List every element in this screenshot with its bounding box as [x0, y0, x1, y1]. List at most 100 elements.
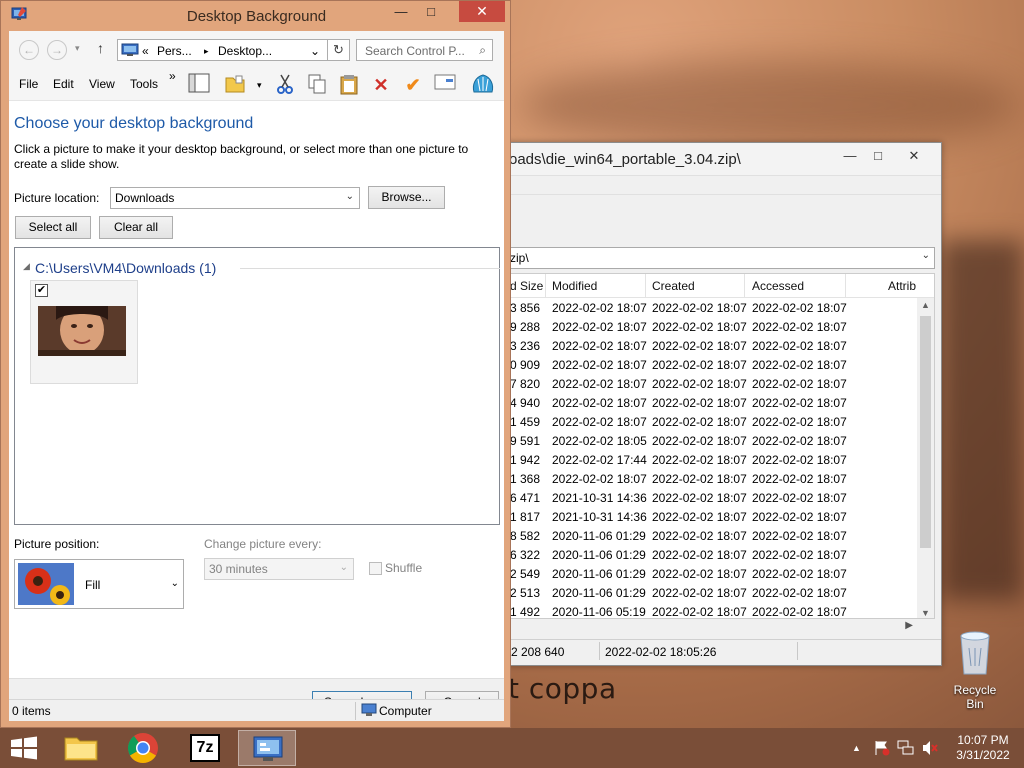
zip-close-button[interactable]: ✕: [897, 145, 931, 167]
properties-icon[interactable]: [433, 73, 457, 97]
menu-tools[interactable]: Tools: [130, 77, 158, 91]
paste-icon[interactable]: [337, 73, 361, 97]
back-button[interactable]: ←: [19, 40, 39, 60]
scroll-thumb[interactable]: [920, 316, 931, 548]
chevron-down-icon[interactable]: ⌄: [922, 250, 930, 261]
table-row[interactable]: 9 288 2022-02-02 18:07 2022-02-02 18:07 202…: [508, 317, 934, 336]
volume-muted-icon[interactable]: [922, 740, 940, 756]
folder-properties-icon[interactable]: [223, 73, 247, 97]
network-icon[interactable]: [897, 740, 915, 756]
breadcrumb-separator-icon[interactable]: ▸: [204, 46, 209, 57]
group-collapse-icon[interactable]: ◢: [23, 261, 30, 272]
recent-dropdown-icon[interactable]: ▾: [75, 43, 80, 54]
taskbar-file-explorer[interactable]: [52, 730, 110, 766]
table-row[interactable]: 1 492 2020-11-06 05:19 2022-02-02 18:07 202…: [508, 602, 934, 618]
recycle-bin[interactable]: Recycle Bin: [944, 630, 1006, 711]
windows-logo-icon[interactable]: [0, 730, 48, 766]
table-row[interactable]: 3 236 2022-02-02 18:07 2022-02-02 18:07 202…: [508, 336, 934, 355]
menu-overflow-icon[interactable]: »: [169, 69, 176, 83]
forward-button[interactable]: →: [47, 40, 67, 60]
menu-view[interactable]: View: [89, 77, 115, 91]
table-row[interactable]: 3 856 2022-02-02 18:07 2022-02-02 18:07 202…: [508, 298, 934, 317]
table-row[interactable]: 1 368 2022-02-02 18:07 2022-02-02 18:07 202…: [508, 469, 934, 488]
up-button[interactable]: ↑: [97, 40, 104, 56]
control-panel-icon[interactable]: [239, 731, 297, 767]
table-cell: 2022-02-02 18:07: [652, 415, 747, 429]
column-created[interactable]: Created: [652, 279, 695, 293]
table-row[interactable]: 4 940 2022-02-02 18:07 2022-02-02 18:07 202…: [508, 393, 934, 412]
table-row[interactable]: 1 942 2022-02-02 17:44 2022-02-02 18:07 202…: [508, 450, 934, 469]
window-titlebar[interactable]: Desktop Background — □ ✕: [1, 1, 512, 31]
7zip-icon[interactable]: 7z: [190, 734, 220, 762]
scroll-up-icon[interactable]: ▲: [921, 300, 930, 310]
chrome-icon[interactable]: [114, 730, 172, 766]
breadcrumb-prefix[interactable]: «: [142, 44, 149, 58]
layout-icon[interactable]: [187, 73, 211, 97]
table-row[interactable]: 0 909 2022-02-02 18:07 2022-02-02 18:07 202…: [508, 355, 934, 374]
search-icon[interactable]: ⌕: [479, 43, 486, 58]
views-dropdown-icon[interactable]: ▾: [257, 80, 262, 91]
file-explorer-icon[interactable]: [52, 730, 110, 766]
scroll-down-icon[interactable]: ▼: [921, 608, 930, 618]
zip-address-bar[interactable]: zip\ ⌄: [507, 247, 935, 269]
zip-titlebar[interactable]: oads\die_win64_portable_3.04.zip\ — □ ✕: [507, 143, 941, 175]
clear-all-button[interactable]: Clear all: [99, 216, 173, 239]
zip-horizontal-scrollbar[interactable]: ▶: [507, 619, 935, 636]
zip-maximize-button[interactable]: □: [861, 145, 895, 167]
table-row[interactable]: 8 582 2020-11-06 01:29 2022-02-02 18:07 202…: [508, 526, 934, 545]
recycle-bin-icon[interactable]: [957, 630, 993, 676]
shuffle-checkbox[interactable]: [369, 562, 382, 575]
shell-icon[interactable]: [471, 73, 495, 97]
table-row[interactable]: 6 322 2020-11-06 01:29 2022-02-02 18:07 202…: [508, 545, 934, 564]
column-accessed[interactable]: Accessed: [752, 279, 804, 293]
delete-icon[interactable]: ✕: [369, 73, 393, 97]
action-center-flag-icon[interactable]: [873, 740, 891, 756]
table-cell: 2022-02-02 18:07: [652, 453, 747, 467]
address-bar[interactable]: « Pers... ▸ Desktop... ⌄: [117, 39, 328, 61]
breadcrumb-desktop[interactable]: Desktop...: [218, 44, 272, 58]
column-modified[interactable]: Modified: [552, 279, 597, 293]
taskbar-control-panel[interactable]: [238, 730, 296, 766]
group-header[interactable]: C:\Users\VM4\Downloads (1): [35, 260, 216, 276]
tray-overflow-icon[interactable]: ▲: [852, 743, 861, 753]
maximize-button[interactable]: □: [417, 1, 445, 22]
table-row[interactable]: 6 471 2021-10-31 14:36 2022-02-02 18:07 202…: [508, 488, 934, 507]
table-row[interactable]: 2 549 2020-11-06 01:29 2022-02-02 18:07 202…: [508, 564, 934, 583]
menu-file[interactable]: File: [19, 77, 38, 91]
table-row[interactable]: 7 820 2022-02-02 18:07 2022-02-02 18:07 202…: [508, 374, 934, 393]
start-button[interactable]: [0, 730, 48, 766]
refresh-button[interactable]: ↻: [328, 39, 350, 61]
minimize-button[interactable]: —: [385, 1, 417, 22]
table-row[interactable]: 2 513 2020-11-06 01:29 2022-02-02 18:07 202…: [508, 583, 934, 602]
change-interval-select[interactable]: 30 minutes ⌄: [204, 558, 354, 580]
select-all-button[interactable]: Select all: [15, 216, 91, 239]
taskbar-7zip[interactable]: 7z: [176, 730, 234, 766]
address-dropdown-icon[interactable]: ⌄: [310, 44, 320, 58]
search-input[interactable]: Search Control P... ⌕: [356, 39, 493, 61]
close-button[interactable]: ✕: [459, 1, 505, 22]
taskbar-chrome[interactable]: [114, 730, 172, 766]
checkmark-icon[interactable]: ✔: [401, 73, 425, 97]
column-size[interactable]: d Size: [510, 279, 543, 293]
column-attributes[interactable]: Attrib: [888, 279, 916, 293]
zip-window[interactable]: oads\die_win64_portable_3.04.zip\ — □ ✕ …: [506, 142, 942, 666]
table-row[interactable]: 1 459 2022-02-02 18:07 2022-02-02 18:07 202…: [508, 412, 934, 431]
picture-checkbox[interactable]: ✔: [35, 284, 48, 297]
zip-vertical-scrollbar[interactable]: ▲ ▼: [917, 298, 934, 618]
browse-button[interactable]: Browse...: [368, 186, 445, 209]
scroll-right-icon[interactable]: ▶: [905, 620, 913, 631]
breadcrumb-personalization[interactable]: Pers...: [157, 44, 192, 58]
system-clock[interactable]: 10:07 PM 3/31/2022: [948, 733, 1018, 763]
picture-thumbnail[interactable]: [38, 306, 126, 356]
picture-position-select[interactable]: Fill ⌄: [14, 559, 184, 609]
picture-location-select[interactable]: Downloads ⌄: [110, 187, 360, 209]
picture-tile[interactable]: ✔: [30, 280, 138, 384]
copy-icon[interactable]: [305, 73, 329, 97]
menu-edit[interactable]: Edit: [53, 77, 74, 91]
zip-file-list[interactable]: d Size Modified Created Accessed Attrib …: [507, 273, 935, 619]
table-row[interactable]: 1 817 2021-10-31 14:36 2022-02-02 18:07 202…: [508, 507, 934, 526]
table-row[interactable]: 9 591 2022-02-02 18:05 2022-02-02 18:07 202…: [508, 431, 934, 450]
desktop-background-window[interactable]: Desktop Background — □ ✕ ← → ▾ ↑ « Pers.…: [0, 0, 511, 728]
cut-icon[interactable]: [273, 73, 297, 97]
picture-list[interactable]: ◢ C:\Users\VM4\Downloads (1) ✔: [14, 247, 500, 525]
